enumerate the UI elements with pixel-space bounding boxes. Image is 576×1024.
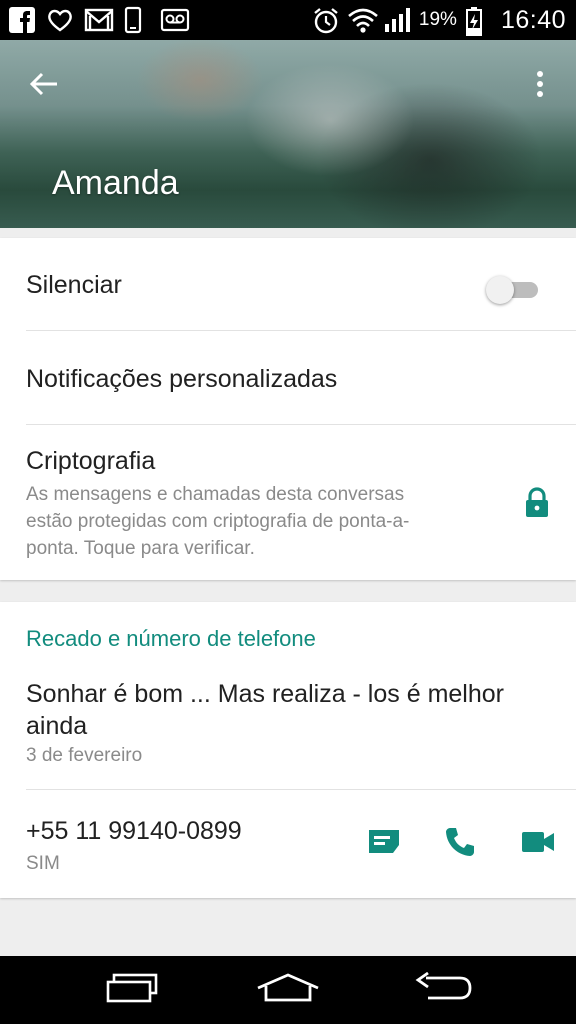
encryption-row[interactable]: Criptografia As mensagens e chamadas des… [26, 425, 576, 580]
heart-icon [46, 6, 74, 34]
contact-header-photo: Amanda [0, 40, 576, 228]
clock: 16:40 [500, 5, 566, 34]
back-nav-button[interactable] [404, 966, 484, 1014]
status-date: 3 de fevereiro [26, 745, 143, 766]
phone-number: +55 11 99140-0899 [26, 817, 242, 845]
recents-icon [104, 972, 160, 1009]
battery-charging-icon [465, 6, 493, 36]
overflow-menu-button[interactable] [522, 64, 558, 108]
voice-call-button[interactable] [438, 822, 482, 866]
mute-toggle[interactable] [486, 272, 540, 306]
message-icon [367, 827, 401, 862]
message-button[interactable] [362, 822, 406, 866]
contact-name: Amanda [52, 164, 179, 202]
more-vert-icon [536, 70, 544, 103]
recents-button[interactable] [92, 966, 172, 1014]
phone-type: SIM [26, 853, 60, 874]
phone-row[interactable]: +55 11 99140-0899 SIM [26, 790, 576, 898]
lock-icon [522, 486, 552, 518]
toggle-thumb [486, 276, 514, 304]
status-line: ainda [26, 712, 88, 740]
videocam-icon [521, 829, 555, 860]
voicemail-icon [160, 6, 190, 34]
encryption-line: estão protegidas com criptografia de pon… [26, 511, 410, 532]
custom-notifications-label: Notificações personalizadas [26, 365, 338, 393]
wifi-icon [347, 6, 378, 34]
phone-icon [122, 6, 150, 34]
facebook-icon [8, 6, 36, 34]
back-nav-icon [414, 971, 474, 1009]
mute-row[interactable]: Silenciar [26, 238, 576, 330]
status-line: Sonhar é bom ... Mas realiza - los é mel… [26, 680, 504, 708]
video-call-button[interactable] [516, 822, 560, 866]
status-text: Sonhar é bom ... Mas realiza - los é mel… [26, 678, 504, 742]
back-button[interactable] [22, 64, 66, 108]
navigation-bar [0, 956, 576, 1024]
status-bar: 19% 16:40 [0, 0, 576, 40]
arrow-back-icon [29, 71, 59, 102]
encryption-title: Criptografia [26, 447, 156, 475]
home-button[interactable] [248, 966, 328, 1014]
mute-label: Silenciar [26, 271, 122, 299]
battery-percent: 19% [418, 9, 457, 30]
alarm-icon [311, 6, 339, 34]
encryption-line: ponta. Toque para verificar. [26, 538, 255, 559]
encryption-line: As mensagens e chamadas desta conversas [26, 484, 405, 505]
encryption-description: As mensagens e chamadas desta conversas … [26, 481, 506, 562]
signal-icon [383, 6, 411, 34]
gmail-icon [84, 6, 114, 34]
about-phone-card: Recado e número de telefone Sonhar é bom… [0, 602, 576, 898]
status-about-row[interactable]: Sonhar é bom ... Mas realiza - los é mel… [26, 672, 576, 788]
section-title: Recado e número de telefone [26, 626, 316, 651]
home-icon [256, 972, 320, 1009]
phone-call-icon [444, 826, 476, 863]
chat-settings-card: Silenciar Notificações personalizadas Cr… [0, 238, 576, 580]
custom-notifications-row[interactable]: Notificações personalizadas [26, 331, 576, 424]
